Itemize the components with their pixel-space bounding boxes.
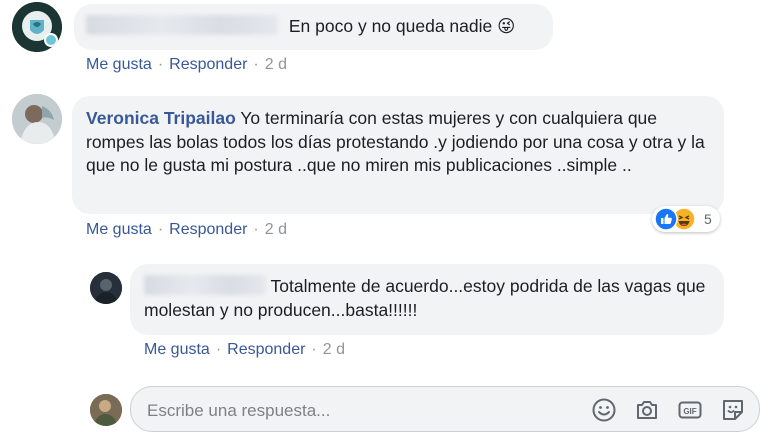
camera-icon[interactable] [634,397,660,423]
like-link[interactable]: Me gusta [86,221,152,238]
commenter-avatar[interactable] [12,94,62,144]
svg-text:GIF: GIF [683,407,696,416]
avatar-image [12,2,62,52]
comment-bubble: En poco y no queda nadie 😜 [74,4,553,50]
comment-timestamp[interactable]: 2 d [265,221,287,238]
avatar-image [90,394,122,426]
avatar-image [12,94,62,144]
blurred-author-name [86,15,278,35]
reply-bubble: Totalmente de acuerdo...estoy podrida de… [130,264,724,335]
reaction-summary[interactable]: 5 [652,206,720,232]
avatar-image [90,272,122,304]
like-icon [654,207,678,231]
blurred-author-name [144,275,266,295]
like-link[interactable]: Me gusta [86,56,152,73]
reply-link[interactable]: Responder [169,221,247,238]
comment-bubble: Veronica Tripailao Yo terminaría con est… [72,96,724,214]
reply-link[interactable]: Responder [169,56,247,73]
sticker-icon[interactable] [720,397,746,423]
comment-actions: Me gusta · Responder · 2 d [86,56,287,73]
current-user-avatar [90,394,122,426]
commenter-avatar[interactable] [12,2,62,52]
emoji-icon[interactable] [591,397,617,423]
reply-composer[interactable]: GIF [130,386,760,432]
reply-link[interactable]: Responder [227,341,305,358]
comment-timestamp[interactable]: 2 d [323,341,345,358]
gif-icon[interactable]: GIF [677,397,703,423]
reaction-count: 5 [704,211,712,227]
comment-text: En poco y no queda nadie 😜 [288,16,516,36]
comment-author[interactable]: Veronica Tripailao [86,108,236,128]
comment-timestamp[interactable]: 2 d [265,56,287,73]
reply-actions: Me gusta · Responder · 2 d [144,341,345,358]
reply-input[interactable] [145,397,569,425]
commenter-avatar[interactable] [90,272,122,304]
like-link[interactable]: Me gusta [144,341,210,358]
comment-actions: Me gusta · Responder · 2 d [86,221,287,238]
